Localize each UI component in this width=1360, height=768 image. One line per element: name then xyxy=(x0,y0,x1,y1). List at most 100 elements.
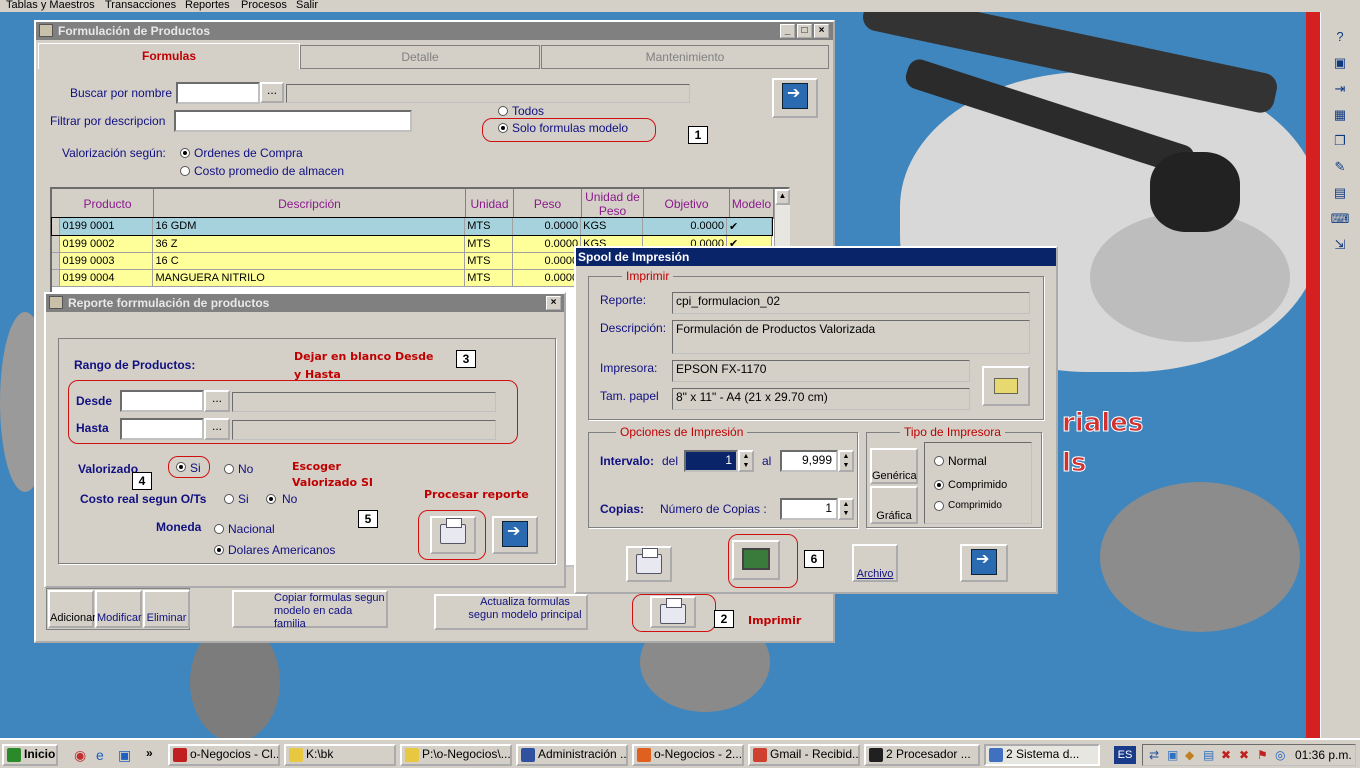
archivo-button[interactable]: Archivo xyxy=(852,544,898,582)
menu-transacciones[interactable]: Transacciones xyxy=(105,0,176,11)
radio-solo-modelo[interactable] xyxy=(498,123,508,133)
copias-input[interactable]: 1 xyxy=(780,498,838,520)
tab-detalle[interactable]: Detalle xyxy=(300,45,540,69)
col-unidad-peso[interactable]: Unidad de Peso xyxy=(582,189,644,218)
radio-costo-si[interactable] xyxy=(224,494,234,504)
desde-input[interactable] xyxy=(120,390,204,412)
col-peso[interactable]: Peso xyxy=(514,189,582,219)
tray-update-icon[interactable]: ◎ xyxy=(1275,748,1285,762)
al-spinner[interactable]: ▲ ▼ xyxy=(838,450,854,472)
tray-display-icon[interactable]: ▤ xyxy=(1203,748,1214,762)
actualiza-formulas-button[interactable]: Actualiza formulas segun modelo principa… xyxy=(434,594,588,630)
tray-app-icon[interactable]: ▣ xyxy=(1167,748,1178,762)
eliminar-button[interactable]: Eliminar xyxy=(143,590,190,628)
col-producto[interactable]: Producto xyxy=(62,189,154,219)
reporte-exit-button[interactable] xyxy=(492,516,538,554)
task-procesador[interactable]: 2 Procesador ... xyxy=(864,744,980,766)
imprimir-button[interactable] xyxy=(650,596,696,628)
modificar-button[interactable]: Modificar xyxy=(95,590,142,628)
copias-spinner[interactable]: ▲ ▼ xyxy=(838,498,854,520)
radio-nacional[interactable] xyxy=(214,524,224,534)
menu-procesos[interactable]: Procesos xyxy=(241,0,287,11)
col-objetivo[interactable]: Objetivo xyxy=(644,189,730,219)
menu-reportes[interactable]: Reportes xyxy=(185,0,230,11)
del-input[interactable]: 1 xyxy=(684,450,738,472)
calendar-arrow-icon[interactable]: ⇥ xyxy=(1327,78,1353,100)
tray-shield-icon[interactable]: ◆ xyxy=(1185,748,1194,762)
col-descripcion[interactable]: Descripción xyxy=(154,189,466,219)
filtrar-input[interactable] xyxy=(174,110,412,132)
tray-tool-icon[interactable]: ✖ xyxy=(1239,748,1249,762)
tab-formulas[interactable]: Formulas xyxy=(38,43,300,69)
maximize-button[interactable]: □ xyxy=(797,24,812,38)
ie-icon[interactable]: e xyxy=(96,747,104,763)
book-icon[interactable]: ▤ xyxy=(1327,182,1353,204)
task-k-bk[interactable]: K:\bk xyxy=(284,744,396,766)
radio-valorizado-si[interactable] xyxy=(176,462,186,472)
windows-icon[interactable]: ❐ xyxy=(1327,130,1353,152)
col-unidad[interactable]: Unidad xyxy=(466,189,514,219)
task-sistema[interactable]: 2 Sistema d... xyxy=(984,744,1100,766)
desde-label: Desde xyxy=(76,394,113,408)
spool-print-button[interactable] xyxy=(626,546,672,582)
monitor-icon[interactable]: ▣ xyxy=(1327,52,1353,74)
buscar-input[interactable] xyxy=(176,82,260,104)
scroll-up-icon[interactable]: ▲ xyxy=(775,189,790,205)
buscar-lookup-button[interactable]: ... xyxy=(260,82,284,103)
exit-button[interactable] xyxy=(772,78,818,118)
quicklaunch-icon[interactable]: ▣ xyxy=(118,747,131,764)
preview-button[interactable] xyxy=(732,540,780,580)
radio-ordenes-compra[interactable] xyxy=(180,148,190,158)
radio-costo-no[interactable] xyxy=(266,494,276,504)
radio-todos[interactable] xyxy=(498,106,508,116)
tray-alert-icon[interactable]: ⚑ xyxy=(1257,748,1268,762)
annotation-2: 2 xyxy=(714,610,734,628)
adicionar-button[interactable]: Adicionar xyxy=(48,590,96,628)
radio-valorizado-no[interactable] xyxy=(224,464,234,474)
close-button[interactable]: × xyxy=(546,296,561,310)
table-icon[interactable]: ▦ xyxy=(1327,104,1353,126)
edit-icon[interactable]: ✎ xyxy=(1327,156,1353,178)
help-icon[interactable]: ? xyxy=(1327,26,1353,48)
radio-comprimido-1[interactable] xyxy=(934,480,944,490)
al-input[interactable]: 9,999 xyxy=(780,450,838,472)
task-onegocios-2[interactable]: o-Negocios - 2... xyxy=(632,744,744,766)
hasta-input[interactable] xyxy=(120,418,204,440)
tray-error-icon[interactable]: ✖ xyxy=(1221,748,1231,762)
copiar-formulas-button[interactable]: Copiar formulas segun modelo en cada fam… xyxy=(232,590,388,630)
generica-button[interactable]: Genérica xyxy=(870,448,918,484)
task-gmail[interactable]: Gmail - Recibid... xyxy=(748,744,860,766)
language-indicator[interactable]: ES xyxy=(1114,746,1136,764)
network-icon[interactable]: ⇄ xyxy=(1149,748,1159,762)
chrome-icon[interactable]: ◉ xyxy=(74,747,86,764)
radio-comprimido-2[interactable] xyxy=(934,501,944,511)
start-button[interactable]: Inicio xyxy=(2,744,58,766)
radio-normal[interactable] xyxy=(934,456,944,466)
desde-lookup-button[interactable]: ... xyxy=(204,390,230,412)
task-p-onegocios[interactable]: P:\o-Negocios\... xyxy=(400,744,512,766)
imprimir-note: Imprimir xyxy=(748,614,802,627)
menu-tablas[interactable]: Tablas y Maestros xyxy=(6,0,95,11)
chevron-right-icon[interactable]: » xyxy=(146,746,153,760)
valorizacion-label: Valorización según: xyxy=(62,146,166,160)
table-row[interactable]: 0199 0001 16 GDM MTS 0.0000 KGS 0.0000 ✔ xyxy=(51,217,773,236)
tab-mantenimiento[interactable]: Mantenimiento xyxy=(541,45,829,69)
task-administracion[interactable]: Administración ... xyxy=(516,744,628,766)
reporte-titlebar: Reporte forrmulación de productos × xyxy=(46,294,564,312)
dolares-label: Dolares Americanos xyxy=(228,543,336,557)
col-modelo[interactable]: Modelo xyxy=(730,189,774,219)
task-onegocios-cl[interactable]: o-Negocios - Cl... xyxy=(168,744,280,766)
menu-salir[interactable]: Salir xyxy=(296,0,318,11)
spool-exit-button[interactable] xyxy=(960,544,1008,582)
minimize-button[interactable]: _ xyxy=(780,24,795,38)
printer-setup-button[interactable] xyxy=(982,366,1030,406)
procesar-reporte-button[interactable] xyxy=(430,516,476,554)
hasta-lookup-button[interactable]: ... xyxy=(204,418,230,440)
del-spinner[interactable]: ▲ ▼ xyxy=(738,450,754,472)
grafica-button[interactable]: Gráfica xyxy=(870,486,918,524)
radio-costo-promedio[interactable] xyxy=(180,166,190,176)
keyboard-icon[interactable]: ⌨ xyxy=(1327,208,1353,230)
radio-dolares[interactable] xyxy=(214,545,224,555)
close-button[interactable]: × xyxy=(814,24,829,38)
exit-door-icon[interactable]: ⇲ xyxy=(1327,234,1353,256)
